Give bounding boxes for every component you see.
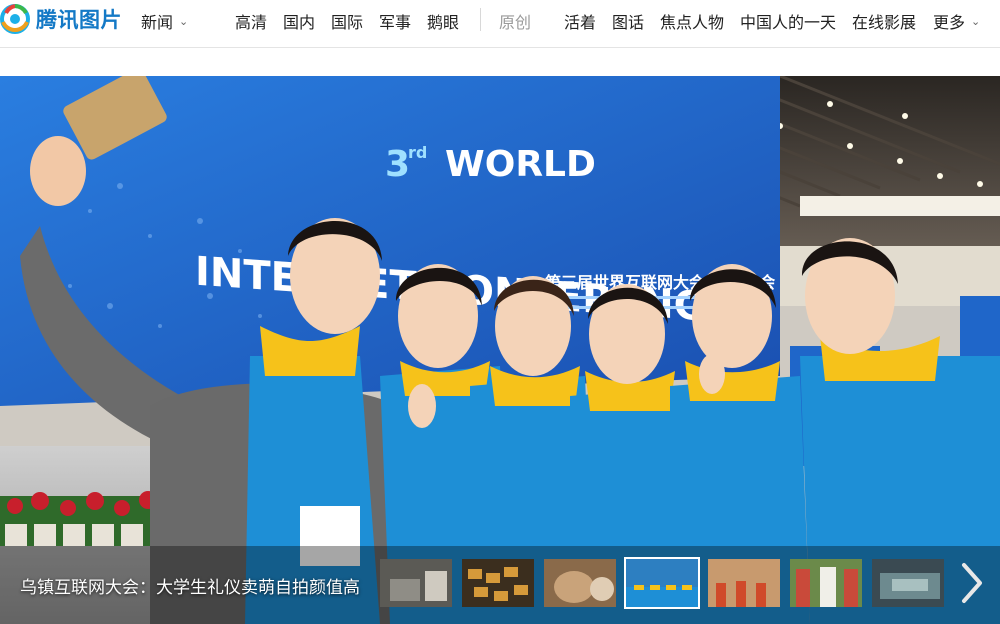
banner-title-line1: WORLD — [445, 144, 596, 185]
nav-item-focus-people[interactable]: 焦点人物 — [660, 9, 724, 33]
thumbnail-7[interactable] — [870, 557, 946, 609]
more-label: 更多 — [933, 13, 966, 32]
chevron-down-icon: ⌄ — [179, 14, 189, 28]
banner-number: 3 — [385, 144, 410, 185]
thumbnail-3[interactable] — [542, 557, 618, 609]
tencent-logo-icon — [0, 4, 30, 34]
nav-item-original[interactable]: 原创 — [499, 9, 531, 33]
chevron-down-icon: ⌄ — [971, 14, 981, 28]
nav-item-military[interactable]: 军事 — [379, 9, 411, 33]
logo-text: 腾讯图片 — [36, 8, 122, 32]
nav-item-hd[interactable]: 高清 — [235, 9, 267, 33]
site-logo[interactable]: 腾讯图片 — [0, 4, 122, 34]
nav-item-goose-eye[interactable]: 鹅眼 — [427, 9, 459, 33]
photo-caption: 乌镇互联网大会：大学生礼仪卖萌自拍颜值高 — [20, 578, 360, 598]
thumbnail-2[interactable] — [460, 557, 536, 609]
hero-illustration: 3 rd WORLD INTERNET CONFERENCE 第三届世界互联网大… — [0, 76, 1000, 624]
nav-item-photo-talk[interactable]: 图话 — [612, 9, 644, 33]
nav-item-a-day[interactable]: 中国人的一天 — [740, 9, 836, 33]
hero-photo[interactable]: 3 rd WORLD INTERNET CONFERENCE 第三届世界互联网大… — [0, 76, 1000, 624]
channel-label: 新闻 — [141, 13, 174, 32]
thumbnail-5[interactable] — [706, 557, 782, 609]
nav-item-living[interactable]: 活着 — [564, 9, 596, 33]
banner-superscript: rd — [408, 143, 427, 162]
nav-item-domestic[interactable]: 国内 — [283, 9, 315, 33]
chevron-right-icon[interactable] — [956, 561, 986, 605]
nav-divider — [480, 8, 481, 31]
thumbnail-6[interactable] — [788, 557, 864, 609]
flower-planters — [0, 491, 170, 546]
top-navigation-bar: 腾讯图片 新闻 ⌄ 高清 国内 国际 军事 鹅眼 原创 活着 图话 焦点人物 中… — [0, 0, 1000, 48]
nav-item-online-exhibition[interactable]: 在线影展 — [852, 9, 916, 33]
nav-item-international[interactable]: 国际 — [331, 9, 363, 33]
thumbnail-1[interactable] — [378, 557, 454, 609]
channel-dropdown[interactable]: 新闻 ⌄ — [141, 9, 188, 33]
thumbnail-4-active[interactable] — [624, 557, 700, 609]
more-dropdown[interactable]: 更多 ⌄ — [933, 9, 980, 33]
